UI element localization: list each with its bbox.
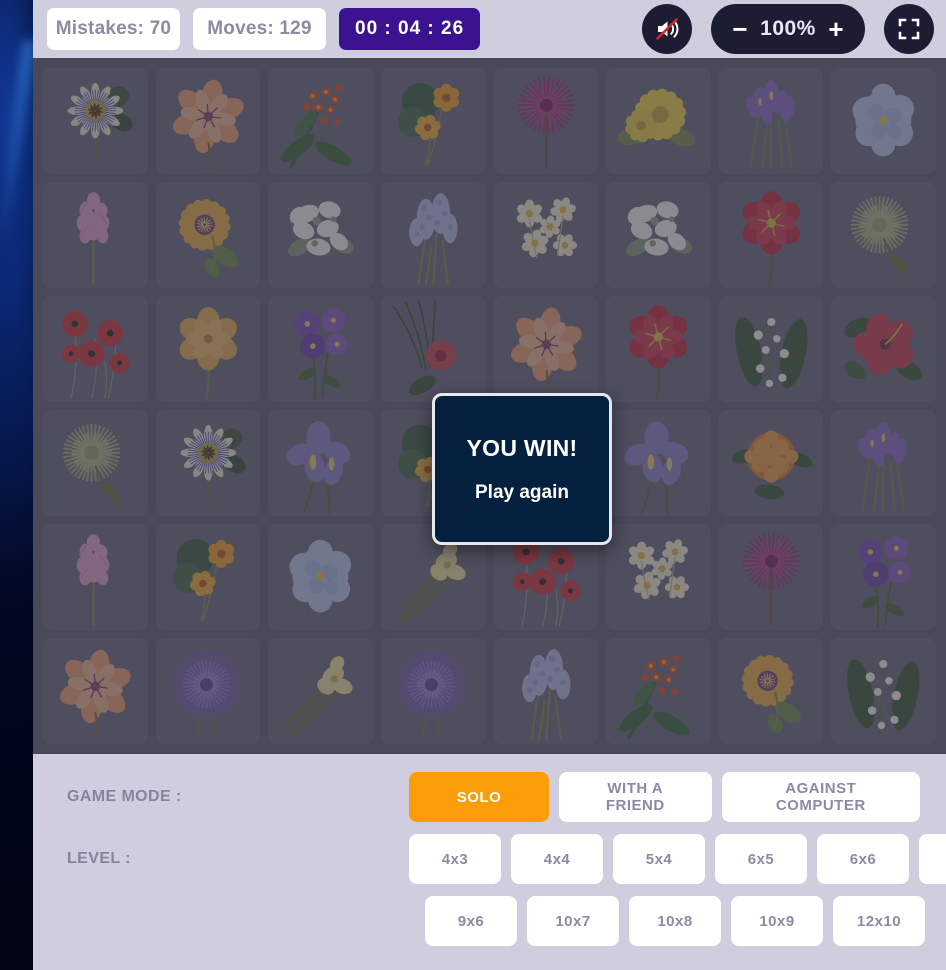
- memory-card[interactable]: [493, 638, 599, 744]
- memory-card[interactable]: [380, 638, 486, 744]
- memory-card[interactable]: [268, 410, 373, 516]
- memory-card[interactable]: [43, 410, 148, 516]
- win-dialog: YOU WIN! Play again: [432, 393, 612, 545]
- memory-card[interactable]: [606, 638, 711, 744]
- zoom-out-button[interactable]: −: [727, 16, 753, 42]
- memory-card[interactable]: [493, 182, 599, 288]
- memory-card[interactable]: [268, 638, 373, 744]
- level-label: LEVEL :: [67, 850, 131, 867]
- level-buttons-row-2: 9x6 10x7 10x8 10x9 12x10: [425, 896, 935, 946]
- level-button-9x6[interactable]: 9x6: [425, 896, 517, 946]
- page-gutter: [0, 0, 33, 970]
- level-button-10x9[interactable]: 10x9: [731, 896, 823, 946]
- memory-card[interactable]: [606, 410, 711, 516]
- memory-card[interactable]: [155, 296, 261, 402]
- memory-card[interactable]: [380, 296, 486, 402]
- game-mode-row: GAME MODE : SOLO WITH A FRIEND AGAINST COM…: [51, 772, 930, 822]
- memory-card[interactable]: [380, 182, 486, 288]
- memory-card[interactable]: [606, 68, 711, 174]
- mistakes-counter: Mistakes: 70: [47, 8, 180, 50]
- memory-card[interactable]: [606, 524, 711, 630]
- zoom-level-value: 100%: [760, 17, 816, 40]
- memory-card[interactable]: [155, 68, 261, 174]
- memory-card[interactable]: [155, 182, 261, 288]
- level-row-1: LEVEL : 4x34x45x46x56x67x68x6: [51, 834, 946, 884]
- level-buttons-row-1: 4x34x45x46x56x67x68x6: [409, 834, 946, 884]
- game-mode-button-solo[interactable]: SOLO: [409, 772, 549, 822]
- memory-card[interactable]: [43, 638, 148, 744]
- level-button-7x6[interactable]: 7x6: [919, 834, 946, 884]
- memory-card[interactable]: [493, 296, 599, 402]
- memory-card[interactable]: [831, 296, 936, 402]
- level-row-2: 9x6 10x7 10x8 10x9 12x10: [51, 896, 930, 946]
- moves-counter: Moves: 129: [193, 8, 326, 50]
- memory-card[interactable]: [718, 638, 824, 744]
- level-button-12x10[interactable]: 12x10: [833, 896, 925, 946]
- memory-card[interactable]: [155, 638, 261, 744]
- memory-card[interactable]: [831, 410, 936, 516]
- memory-card[interactable]: [718, 296, 824, 402]
- memory-card[interactable]: [718, 524, 824, 630]
- memory-card[interactable]: [831, 182, 936, 288]
- level-button-10x7[interactable]: 10x7: [527, 896, 619, 946]
- game-mode-button-against-computer[interactable]: AGAINST COMPUTER: [721, 772, 920, 822]
- level-button-6x5[interactable]: 6x5: [715, 834, 807, 884]
- game-mode-buttons: SOLO WITH A FRIEND AGAINST COMPUTER: [409, 772, 930, 822]
- memory-card[interactable]: [606, 296, 711, 402]
- game-board-area: YOU WIN! Play again: [33, 58, 946, 754]
- memory-card[interactable]: [155, 410, 261, 516]
- memory-card[interactable]: [43, 182, 148, 288]
- game-mode-label: GAME MODE :: [67, 788, 182, 805]
- timer-display: 00 : 04 : 26: [339, 8, 481, 50]
- memory-card[interactable]: [155, 524, 261, 630]
- memory-card[interactable]: [43, 68, 148, 174]
- memory-card[interactable]: [831, 638, 936, 744]
- memory-card[interactable]: [606, 182, 711, 288]
- memory-card[interactable]: [43, 296, 148, 402]
- fullscreen-icon[interactable]: [884, 4, 934, 54]
- level-button-5x4[interactable]: 5x4: [613, 834, 705, 884]
- game-toolbar: Mistakes: 70 Moves: 129 00 : 04 : 26 − 1…: [33, 0, 946, 58]
- memory-card[interactable]: [268, 68, 373, 174]
- memory-card[interactable]: [380, 68, 486, 174]
- zoom-control: − 100% +: [711, 4, 865, 54]
- settings-panel: GAME MODE : SOLO WITH A FRIEND AGAINST COM…: [33, 754, 946, 970]
- toolbar-controls: − 100% +: [642, 4, 942, 54]
- memory-game-app: Mistakes: 70 Moves: 129 00 : 04 : 26 − 1…: [33, 0, 946, 970]
- level-button-10x8[interactable]: 10x8: [629, 896, 721, 946]
- memory-card[interactable]: [831, 68, 936, 174]
- memory-card[interactable]: [718, 410, 824, 516]
- play-again-button[interactable]: Play again: [475, 482, 569, 504]
- memory-card[interactable]: [43, 524, 148, 630]
- sound-muted-icon[interactable]: [642, 4, 692, 54]
- level-button-6x6[interactable]: 6x6: [817, 834, 909, 884]
- game-mode-button-with-a-friend[interactable]: WITH A FRIEND: [559, 772, 712, 822]
- memory-card[interactable]: [268, 524, 373, 630]
- level-button-4x3[interactable]: 4x3: [409, 834, 501, 884]
- win-title: YOU WIN!: [466, 434, 578, 461]
- zoom-in-button[interactable]: +: [823, 16, 849, 42]
- memory-card[interactable]: [493, 68, 599, 174]
- memory-card[interactable]: [268, 182, 373, 288]
- memory-card[interactable]: [718, 182, 824, 288]
- memory-card[interactable]: [718, 68, 824, 174]
- memory-card[interactable]: [268, 296, 373, 402]
- memory-card[interactable]: [831, 524, 936, 630]
- level-button-4x4[interactable]: 4x4: [511, 834, 603, 884]
